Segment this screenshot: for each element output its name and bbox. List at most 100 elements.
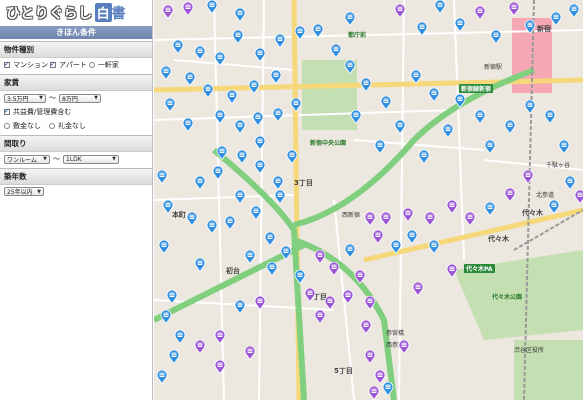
property-pin-icon[interactable] [464, 212, 476, 226]
property-pin-icon[interactable] [454, 94, 466, 108]
map-view[interactable]: 都庁前 新宿 新宿駅 新宿線新宿 新宿中央公園 3丁目 本町 初台 4丁目 5丁… [154, 0, 583, 400]
property-pin-icon[interactable] [226, 90, 238, 104]
house-checkbox[interactable] [88, 62, 95, 68]
property-pin-icon[interactable] [248, 80, 260, 94]
property-pin-icon[interactable] [216, 146, 228, 160]
property-pin-icon[interactable] [368, 386, 380, 400]
property-pin-icon[interactable] [264, 232, 276, 246]
property-pin-icon[interactable] [344, 12, 356, 26]
property-pin-icon[interactable] [390, 240, 402, 254]
property-pin-icon[interactable] [182, 118, 194, 132]
property-pin-icon[interactable] [328, 262, 340, 276]
property-pin-icon[interactable] [172, 40, 184, 54]
property-pin-icon[interactable] [330, 44, 342, 58]
property-pin-icon[interactable] [214, 360, 226, 374]
property-pin-icon[interactable] [406, 230, 418, 244]
layout-min-select[interactable]: ワンルーム ▼ [4, 154, 50, 164]
property-pin-icon[interactable] [434, 0, 446, 14]
property-pin-icon[interactable] [374, 140, 386, 154]
property-pin-icon[interactable] [250, 206, 262, 220]
property-pin-icon[interactable] [418, 150, 430, 164]
property-pin-icon[interactable] [272, 108, 284, 122]
no-deposit-checkbox[interactable] [4, 123, 10, 129]
property-pin-icon[interactable] [454, 18, 466, 32]
property-pin-icon[interactable] [350, 110, 362, 124]
property-pin-icon[interactable] [568, 4, 580, 18]
property-pin-icon[interactable] [234, 120, 246, 134]
rent-max-select[interactable]: 8万円 ▼ [59, 93, 101, 103]
property-pin-icon[interactable] [364, 350, 376, 364]
property-pin-icon[interactable] [314, 250, 326, 264]
property-pin-icon[interactable] [398, 340, 410, 354]
property-pin-icon[interactable] [280, 246, 292, 260]
property-pin-icon[interactable] [416, 22, 428, 36]
property-pin-icon[interactable] [194, 340, 206, 354]
property-pin-icon[interactable] [360, 320, 372, 334]
property-pin-icon[interactable] [156, 170, 168, 184]
property-pin-icon[interactable] [364, 296, 376, 310]
property-pin-icon[interactable] [214, 330, 226, 344]
property-pin-icon[interactable] [254, 48, 266, 62]
property-pin-icon[interactable] [484, 202, 496, 216]
property-pin-icon[interactable] [244, 250, 256, 264]
layout-max-select[interactable]: 1LDK ▼ [63, 154, 119, 164]
property-pin-icon[interactable] [272, 176, 284, 190]
property-pin-icon[interactable] [548, 200, 560, 214]
property-pin-icon[interactable] [214, 52, 226, 66]
no-key-money-checkbox[interactable] [49, 123, 55, 129]
property-pin-icon[interactable] [166, 290, 178, 304]
property-pin-icon[interactable] [232, 30, 244, 44]
property-pin-icon[interactable] [522, 170, 534, 184]
property-pin-icon[interactable] [382, 382, 394, 396]
apartment-checkbox[interactable] [50, 60, 56, 68]
property-pin-icon[interactable] [428, 240, 440, 254]
property-pin-icon[interactable] [254, 136, 266, 150]
property-pin-icon[interactable] [474, 110, 486, 124]
site-logo[interactable]: ひとりぐらし白書 [0, 0, 152, 26]
property-pin-icon[interactable] [168, 350, 180, 364]
property-pin-icon[interactable] [274, 190, 286, 204]
property-pin-icon[interactable] [234, 300, 246, 314]
property-pin-icon[interactable] [474, 6, 486, 20]
property-pin-icon[interactable] [344, 244, 356, 258]
property-pin-icon[interactable] [194, 176, 206, 190]
property-pin-icon[interactable] [206, 220, 218, 234]
property-pin-icon[interactable] [186, 212, 198, 226]
property-pin-icon[interactable] [508, 2, 520, 16]
property-pin-icon[interactable] [446, 200, 458, 214]
property-pin-icon[interactable] [266, 262, 278, 276]
property-pin-icon[interactable] [574, 190, 583, 204]
property-pin-icon[interactable] [360, 78, 372, 92]
mansion-checkbox[interactable] [4, 60, 10, 68]
property-pin-icon[interactable] [290, 98, 302, 112]
property-pin-icon[interactable] [164, 98, 176, 112]
property-pin-icon[interactable] [212, 166, 224, 180]
property-pin-icon[interactable] [182, 2, 194, 16]
property-pin-icon[interactable] [344, 60, 356, 74]
property-pin-icon[interactable] [428, 88, 440, 102]
property-pin-icon[interactable] [184, 72, 196, 86]
property-pin-icon[interactable] [286, 150, 298, 164]
property-pin-icon[interactable] [410, 70, 422, 84]
property-pin-icon[interactable] [254, 296, 266, 310]
property-pin-icon[interactable] [160, 66, 172, 80]
property-pin-icon[interactable] [158, 240, 170, 254]
property-pin-icon[interactable] [270, 70, 282, 84]
property-pin-icon[interactable] [206, 0, 218, 14]
property-pin-icon[interactable] [254, 160, 266, 174]
property-pin-icon[interactable] [524, 20, 536, 34]
property-pin-icon[interactable] [412, 282, 424, 296]
property-pin-icon[interactable] [214, 110, 226, 124]
property-pin-icon[interactable] [380, 96, 392, 110]
property-pin-icon[interactable] [394, 4, 406, 18]
property-pin-icon[interactable] [504, 120, 516, 134]
age-select[interactable]: 25年以内 ▼ [4, 187, 44, 196]
property-pin-icon[interactable] [342, 290, 354, 304]
property-pin-icon[interactable] [234, 8, 246, 22]
rent-min-select[interactable]: 3.5万円 ▼ [4, 93, 46, 103]
property-pin-icon[interactable] [236, 150, 248, 164]
property-pin-icon[interactable] [224, 216, 236, 230]
property-pin-icon[interactable] [294, 270, 306, 284]
property-pin-icon[interactable] [446, 264, 458, 278]
property-pin-icon[interactable] [314, 310, 326, 324]
